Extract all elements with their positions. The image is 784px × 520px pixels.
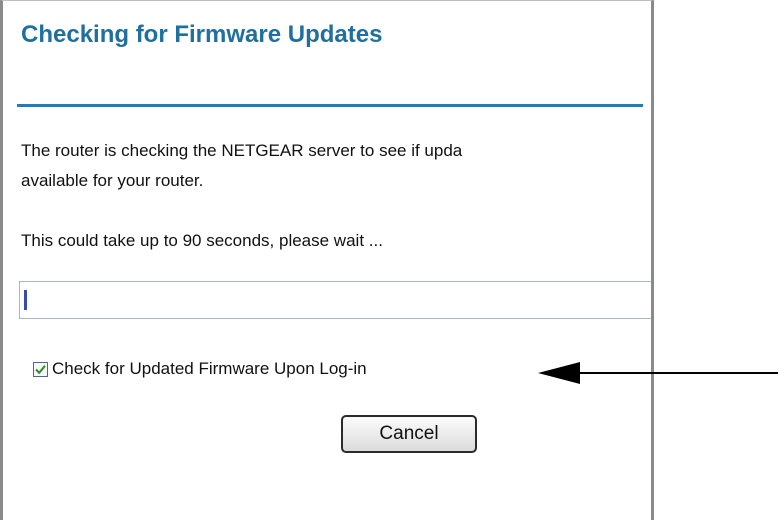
status-message-line2: available for your router. [21, 171, 204, 190]
page-title: Checking for Firmware Updates [21, 21, 383, 48]
firmware-update-panel: Checking for Firmware Updates The router… [0, 0, 654, 520]
firmware-check-checkbox[interactable] [33, 361, 48, 377]
wait-message: This could take up to 90 seconds, please… [21, 231, 383, 250]
checkmark-icon [35, 364, 46, 374]
progress-bar-fill [24, 290, 30, 310]
status-message-line1: The router is checking the NETGEAR serve… [21, 141, 463, 160]
firmware-check-option[interactable]: Check for Updated Firmware Upon Log-in [33, 359, 367, 379]
arrow-left-icon [538, 362, 778, 384]
progress-bar [19, 281, 651, 319]
firmware-check-label: Check for Updated Firmware Upon Log-in [52, 359, 367, 378]
title-divider [17, 104, 643, 107]
cancel-button[interactable]: Cancel [341, 415, 477, 453]
